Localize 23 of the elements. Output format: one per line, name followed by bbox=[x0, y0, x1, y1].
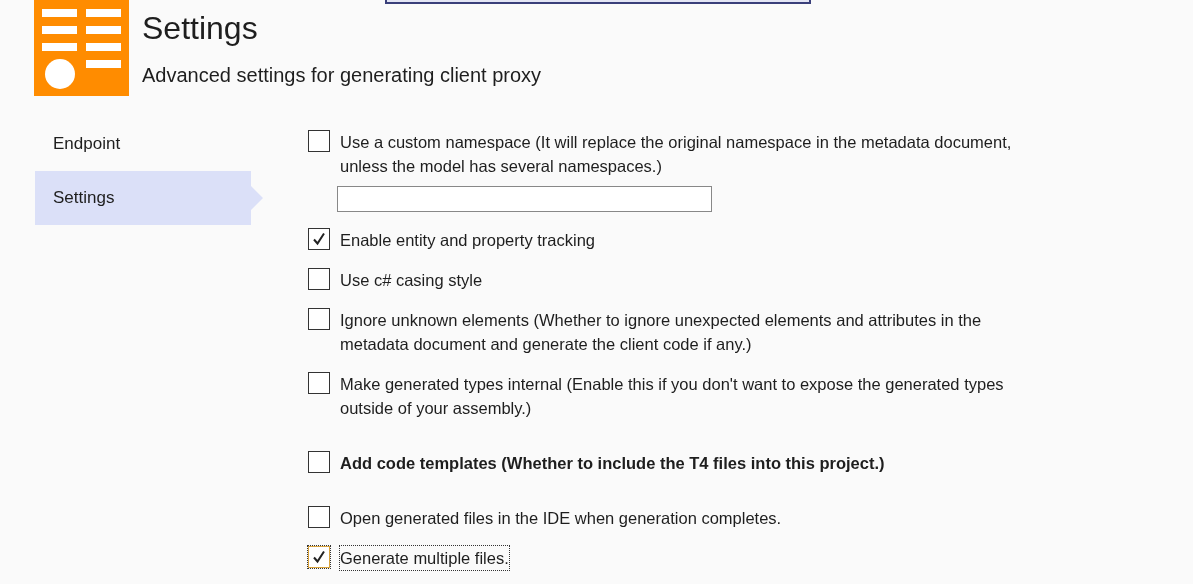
page-title: Settings bbox=[142, 9, 259, 48]
check-icon bbox=[311, 231, 327, 247]
checkbox[interactable] bbox=[308, 506, 330, 528]
sidebar-item[interactable]: Endpoint bbox=[35, 130, 263, 158]
checkbox[interactable] bbox=[308, 451, 330, 473]
checkbox[interactable] bbox=[308, 372, 330, 394]
checkbox[interactable] bbox=[308, 268, 330, 290]
option-label: Open generated files in the IDE when generation completes. bbox=[340, 508, 782, 529]
checkbox[interactable] bbox=[308, 308, 330, 330]
option-label: Add code templates (Whether to include the T4 files into this project.) bbox=[340, 453, 885, 474]
option-label: Make generated types internal (Enable this if you don't want to expose the generated types outside of your assembly.) bbox=[340, 374, 1005, 419]
check-icon bbox=[311, 549, 327, 565]
sidebar-item[interactable]: Settings bbox=[35, 171, 263, 225]
checkbox[interactable] bbox=[308, 546, 330, 568]
option-label: Ignore unknown elements (Whether to ignore unexpected elements and attributes in the metadata document and generate the client code if any.) bbox=[340, 310, 983, 355]
checkbox[interactable] bbox=[308, 130, 330, 152]
option-label: Generate multiple files. bbox=[340, 546, 509, 570]
input-field[interactable] bbox=[337, 186, 712, 212]
option-label: Use c# casing style bbox=[340, 270, 483, 291]
option-label: Enable entity and property tracking bbox=[340, 230, 595, 251]
option-label: Use a custom namespace (It will replace the original namespace in the metadata document, unless the model has several namespaces.) bbox=[340, 132, 1013, 177]
page-subtitle: Advanced settings for generating client proxy bbox=[142, 63, 542, 88]
checkbox[interactable] bbox=[308, 228, 330, 250]
